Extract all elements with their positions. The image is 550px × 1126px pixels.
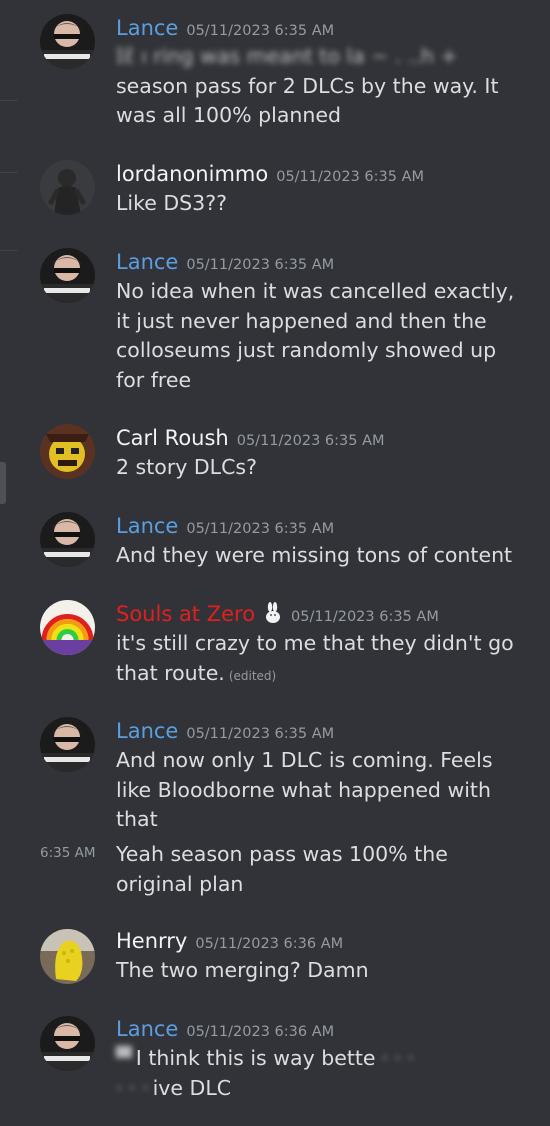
message-line: for free	[116, 367, 192, 392]
timestamp: 05/11/2023 6:35 AM	[276, 169, 425, 185]
username[interactable]: Lance	[116, 514, 178, 538]
message-line: 2 story DLCs?	[116, 455, 257, 479]
dark-figure-avatar[interactable]	[40, 160, 95, 215]
message-line: ɪ̃ɛ̃ ı ring was meant to la ~ . ..h +	[116, 44, 458, 68]
message-text: ɪ̃ɛ̃ ı ring was meant to la ~ . ..h + se…	[116, 42, 536, 131]
timestamp: 05/11/2023 6:35 AM	[291, 609, 439, 625]
timestamp: 05/11/2023 6:35 AM	[236, 433, 385, 449]
rainbow-avatar[interactable]	[40, 600, 95, 655]
username[interactable]: Lance	[116, 719, 178, 743]
username[interactable]: lordanonimmo	[116, 162, 268, 186]
anime-character-avatar[interactable]	[40, 1016, 95, 1071]
timestamp: 05/11/2023 6:35 AM	[186, 521, 335, 537]
username[interactable]: Lance	[116, 1017, 178, 1041]
username[interactable]: Henrry	[116, 929, 187, 953]
anime-character-avatar[interactable]	[40, 512, 95, 567]
yellow-face-avatar[interactable]	[40, 424, 95, 479]
timestamp: 05/11/2023 6:35 AM	[186, 23, 335, 39]
message-text: ▀ I think this is way bette · · · · · · ive…	[116, 1044, 536, 1103]
message-line: that	[116, 807, 158, 831]
username[interactable]: Lance	[116, 250, 178, 274]
username[interactable]: Carl Roush	[116, 426, 229, 450]
message-line-text: I think this is way bette	[135, 1046, 376, 1070]
username[interactable]: Souls at Zero	[116, 602, 255, 626]
followup-message-text: Yeah season pass was 100% the original p…	[116, 840, 536, 899]
anime-character-avatar[interactable]	[40, 248, 95, 303]
timestamp: 05/11/2023 6:36 AM	[186, 1024, 335, 1040]
message-line: it's still crazy to me that they didn't …	[116, 631, 514, 655]
message-line: was all 100% planned	[116, 103, 341, 127]
edited-label: (edited)	[228, 668, 277, 683]
followup-timestamp: 6:35 AM	[40, 845, 96, 861]
message-text: 2 story DLCs?	[116, 453, 536, 483]
message-line-text: ive DLC	[152, 1075, 232, 1100]
anime-character-avatar[interactable]	[40, 14, 95, 69]
timestamp: 05/11/2023 6:35 AM	[186, 726, 335, 742]
message-line: colloseums just randomly showed up	[116, 338, 497, 362]
message-line: · · · ive DLC	[116, 1075, 232, 1100]
message-line: season pass for 2 DLCs by the way. It	[116, 73, 499, 98]
scroll-handle[interactable]	[0, 462, 6, 504]
message-line: And they were missing tons of content	[116, 543, 513, 567]
timestamp: 05/11/2023 6:35 AM	[186, 257, 335, 273]
message-line: The two merging? Damn	[116, 958, 369, 982]
message-text: And now only 1 DLC is coming. Feels like…	[116, 746, 536, 835]
message-line: like Bloodborne what happened with	[116, 777, 491, 802]
message-text: Like DS3??	[116, 189, 536, 219]
message-line: it just never happened and then the	[116, 308, 487, 333]
anime-character-avatar[interactable]	[40, 717, 95, 772]
message-text: The two merging? Damn	[116, 956, 536, 986]
message-line: And now only 1 DLC is coming. Feels	[116, 748, 493, 772]
message-text: it's still crazy to me that they didn't …	[116, 629, 536, 691]
timestamp: 05/11/2023 6:36 AM	[195, 936, 344, 952]
message-text: And they were missing tons of content	[116, 541, 536, 571]
yellow-shoe-avatar[interactable]	[40, 929, 95, 984]
username[interactable]: Lance	[116, 16, 178, 40]
message-line: that route. (edited)	[116, 659, 536, 692]
rabbit-icon	[263, 602, 283, 628]
message-line-text: that route.	[116, 660, 225, 685]
message-line: Yeah season pass was 100% the	[116, 842, 448, 866]
message-line: No idea when it was cancelled exactly,	[116, 279, 515, 303]
message-text: No idea when it was cancelled exactly, i…	[116, 277, 536, 395]
message-line: Like DS3??	[116, 191, 227, 215]
message-line: original plan	[116, 871, 244, 896]
message-line: ▀ I think this is way bette · · ·	[116, 1046, 415, 1070]
